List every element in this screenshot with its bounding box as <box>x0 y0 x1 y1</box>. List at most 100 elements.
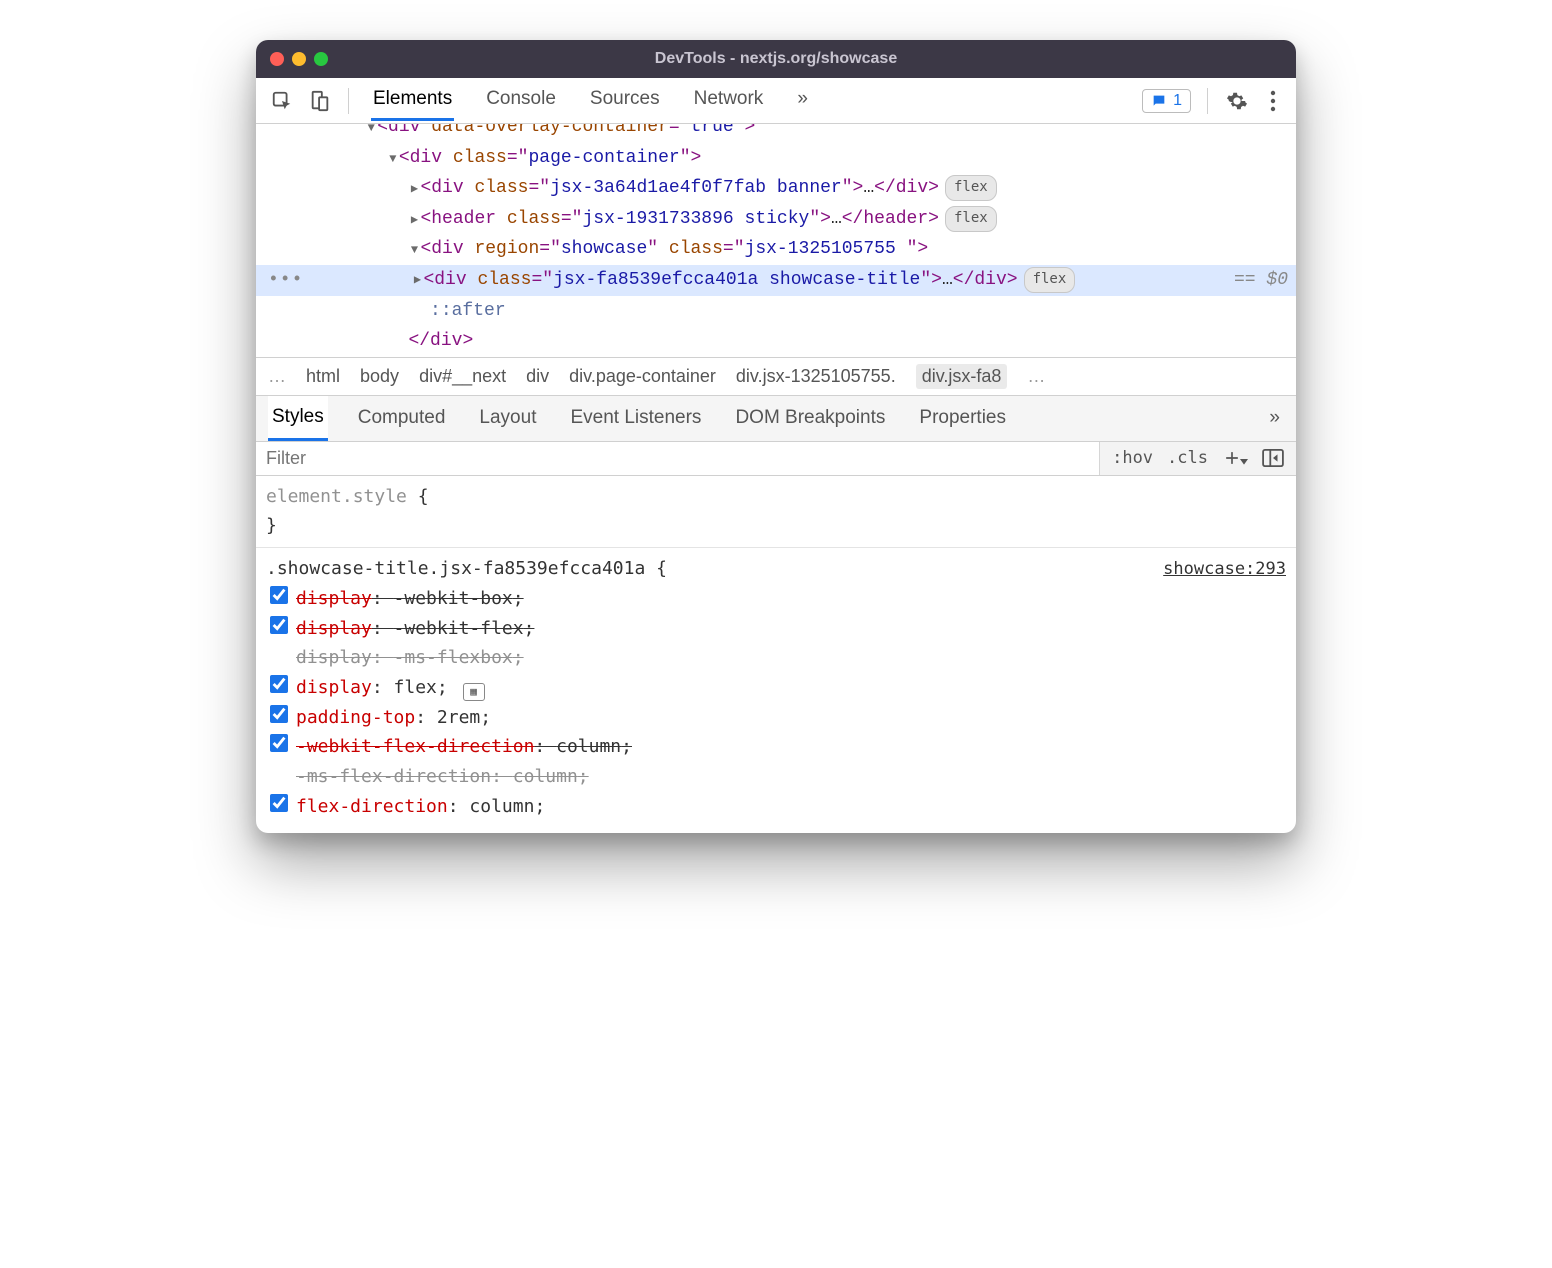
window-controls <box>270 52 328 66</box>
css-declaration[interactable]: display: -ms-flexbox; <box>266 643 1286 673</box>
flex-badge[interactable]: flex <box>1024 267 1076 293</box>
issues-badge[interactable]: 1 <box>1142 89 1191 113</box>
property-name[interactable]: flex-direction <box>296 796 448 817</box>
breadcrumb-overflow-right[interactable]: … <box>1027 366 1045 387</box>
breadcrumb-overflow-left[interactable]: … <box>268 366 286 387</box>
styles-filter-bar: :hov .cls <box>256 442 1296 476</box>
css-declaration[interactable]: -ms-flex-direction: column; <box>266 762 1286 792</box>
selector[interactable]: .showcase-title.jsx-fa8539efcca401a <box>266 558 656 579</box>
issues-count: 1 <box>1173 92 1182 110</box>
separator <box>1207 88 1208 114</box>
tab-overflow-icon[interactable]: » <box>795 80 810 121</box>
breadcrumb-item-active[interactable]: div.jsx-fa8 <box>916 364 1008 389</box>
subtab-layout[interactable]: Layout <box>475 397 540 439</box>
caret-down-icon[interactable]: ▼ <box>365 124 377 138</box>
css-rule-header: .showcase-title.jsx-fa8539efcca401a { sh… <box>266 554 1286 584</box>
source-link[interactable]: showcase:293 <box>1163 555 1286 583</box>
caret-right-icon[interactable]: ▶ <box>408 179 420 199</box>
dom-node[interactable]: ▶<div class="jsx-3a64d1ae4f0f7fab banner… <box>256 173 1296 204</box>
property-name[interactable]: display <box>296 647 372 668</box>
property-value[interactable]: column <box>469 796 534 817</box>
caret-right-icon[interactable]: ▶ <box>408 210 420 230</box>
flex-badge[interactable]: flex <box>945 206 997 232</box>
subtab-computed[interactable]: Computed <box>354 397 450 439</box>
settings-icon[interactable] <box>1224 88 1250 114</box>
dom-node[interactable]: ▶<header class="jsx-1931733896 sticky">…… <box>256 204 1296 235</box>
declaration-toggle[interactable] <box>270 794 288 812</box>
subtab-properties[interactable]: Properties <box>915 397 1010 439</box>
property-value[interactable]: -ms-flexbox <box>394 647 513 668</box>
breadcrumb-item[interactable]: body <box>360 366 399 387</box>
declaration-toggle[interactable] <box>270 705 288 723</box>
cls-toggle[interactable]: .cls <box>1167 448 1208 468</box>
css-declaration[interactable]: display: -webkit-flex; <box>266 614 1286 644</box>
dom-node-selected[interactable]: ••• ▶<div class="jsx-fa8539efcca401a sho… <box>256 265 1296 296</box>
subtab-overflow-icon[interactable]: » <box>1265 397 1284 439</box>
property-value[interactable]: flex <box>394 677 437 698</box>
dom-pseudo[interactable]: ::after <box>256 296 1296 327</box>
issues-icon <box>1151 93 1167 109</box>
tab-network[interactable]: Network <box>692 80 766 121</box>
flex-editor-icon[interactable] <box>463 683 485 701</box>
toggle-sidebar-icon[interactable] <box>1262 449 1284 467</box>
breadcrumb-item[interactable]: div.jsx-1325105755. <box>736 366 896 387</box>
dom-node[interactable]: ▼<div class="page-container"> <box>256 143 1296 174</box>
element-style-rule[interactable]: element.style { } <box>266 482 1286 541</box>
new-style-rule-icon[interactable] <box>1222 448 1248 468</box>
subtab-event-listeners[interactable]: Event Listeners <box>566 397 705 439</box>
declaration-toggle[interactable] <box>270 734 288 752</box>
caret-down-icon[interactable]: ▼ <box>387 149 399 169</box>
breadcrumb-item[interactable]: div.page-container <box>569 366 716 387</box>
subtab-dom-breakpoints[interactable]: DOM Breakpoints <box>731 397 889 439</box>
toolbar-right: 1 <box>1142 88 1286 114</box>
property-name[interactable]: -ms-flex-direction <box>296 766 491 787</box>
close-window-button[interactable] <box>270 52 284 66</box>
hov-toggle[interactable]: :hov <box>1112 448 1153 468</box>
css-declaration[interactable]: -webkit-flex-direction: column; <box>266 732 1286 762</box>
subtab-styles[interactable]: Styles <box>268 396 328 441</box>
minimize-window-button[interactable] <box>292 52 306 66</box>
declaration-toggle[interactable] <box>270 675 288 693</box>
main-toolbar: Elements Console Sources Network » 1 <box>256 78 1296 124</box>
styles-panel: element.style { } .showcase-title.jsx-fa… <box>256 476 1296 834</box>
device-toolbar-icon[interactable] <box>304 85 336 117</box>
tab-console[interactable]: Console <box>484 80 558 121</box>
declarations: display: -webkit-box;display: -webkit-fl… <box>266 584 1286 822</box>
property-value[interactable]: -webkit-flex <box>394 618 524 639</box>
filter-input[interactable] <box>256 442 1099 475</box>
caret-right-icon[interactable]: ▶ <box>411 270 423 290</box>
caret-down-icon[interactable]: ▼ <box>408 240 420 260</box>
property-value[interactable]: 2rem <box>437 707 480 728</box>
tab-sources[interactable]: Sources <box>588 80 662 121</box>
property-value[interactable]: column <box>556 736 621 757</box>
dom-tree[interactable]: ▼<div data-overlay-container="true"> ▼<d… <box>256 124 1296 357</box>
window-title: DevTools - nextjs.org/showcase <box>256 50 1296 68</box>
property-value[interactable]: -webkit-box <box>394 588 513 609</box>
property-name[interactable]: display <box>296 618 372 639</box>
css-declaration[interactable]: flex-direction: column; <box>266 792 1286 822</box>
css-declaration[interactable]: display: flex; <box>266 673 1286 703</box>
dom-node[interactable]: ▼<div region="showcase" class="jsx-13251… <box>256 234 1296 265</box>
dom-node[interactable]: ▼<div data-overlay-container="true"> <box>256 124 1296 143</box>
property-name[interactable]: display <box>296 588 372 609</box>
declaration-toggle[interactable] <box>270 616 288 634</box>
dom-node-close[interactable]: </div> <box>256 326 1296 357</box>
maximize-window-button[interactable] <box>314 52 328 66</box>
devtools-window: DevTools - nextjs.org/showcase Elements … <box>256 40 1296 833</box>
actions-icon[interactable]: ••• <box>268 265 303 296</box>
property-name[interactable]: -webkit-flex-direction <box>296 736 534 757</box>
inspect-element-icon[interactable] <box>266 85 298 117</box>
property-value[interactable]: column <box>513 766 578 787</box>
tab-elements[interactable]: Elements <box>371 80 454 121</box>
property-name[interactable]: display <box>296 677 372 698</box>
declaration-toggle[interactable] <box>270 586 288 604</box>
breadcrumb-item[interactable]: html <box>306 366 340 387</box>
property-name[interactable]: padding-top <box>296 707 415 728</box>
css-declaration[interactable]: display: -webkit-box; <box>266 584 1286 614</box>
more-menu-icon[interactable] <box>1260 88 1286 114</box>
flex-badge[interactable]: flex <box>945 175 997 201</box>
css-declaration[interactable]: padding-top: 2rem; <box>266 703 1286 733</box>
breadcrumb-item[interactable]: div <box>526 366 549 387</box>
styles-subtabs: Styles Computed Layout Event Listeners D… <box>256 396 1296 442</box>
breadcrumb-item[interactable]: div#__next <box>419 366 506 387</box>
